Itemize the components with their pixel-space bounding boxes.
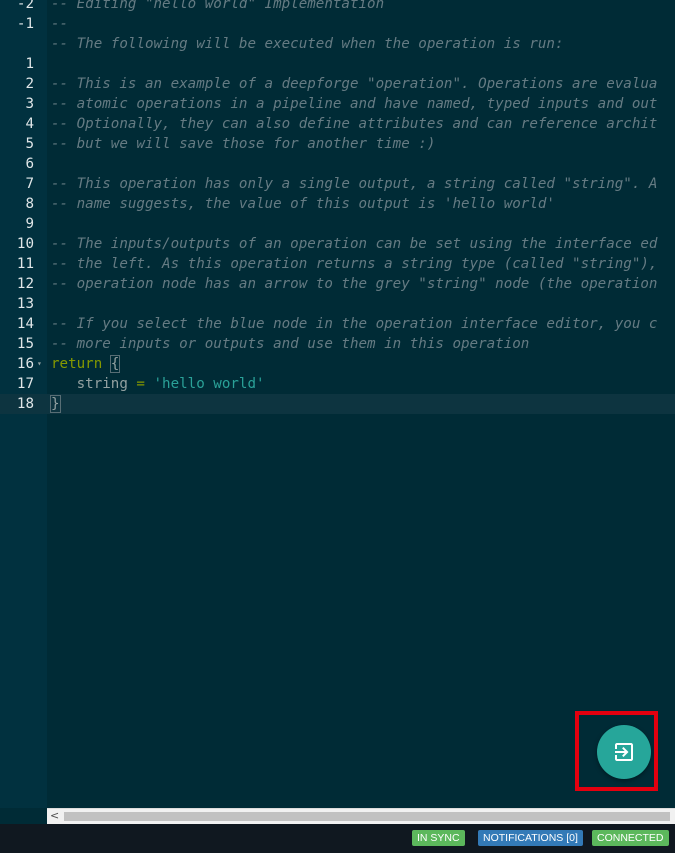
code-token: } [50, 395, 61, 413]
code-content[interactable]: -- Editing "hello world" Implementation -… [47, 0, 675, 808]
line-number: 8 [25, 196, 34, 212]
code-line[interactable]: -- name suggests, the value of this outp… [51, 194, 555, 214]
connected-badge: CONNECTED [592, 830, 669, 846]
line-number [0, 34, 34, 54]
line-number: 7 [25, 176, 34, 192]
line-number-gutter: -2 -1 1 2 3 4 5 6 7 8 9 10 11 12 13 14 15 16 ▾ 17 18 [0, 0, 47, 808]
line-number: 1 [25, 56, 34, 72]
code-token: -- Editing "hello world" Implementation [51, 0, 385, 12]
scrollbar-thumb[interactable] [64, 812, 670, 821]
code-token: return [51, 356, 103, 372]
exit-editor-button[interactable] [597, 725, 651, 779]
line-number: 18 [16, 396, 34, 412]
code-token: -- name suggests, the value of this outp… [51, 196, 555, 212]
code-line[interactable]: } [50, 394, 61, 414]
code-line[interactable]: -- Editing "hello world" Implementation [51, 0, 384, 14]
line-number: 4 [25, 116, 34, 132]
code-line[interactable]: -- the left. As this operation returns a… [51, 254, 657, 274]
code-token: = [136, 376, 145, 392]
code-token: -- The inputs/outputs of an operation ca… [51, 236, 658, 252]
code-token: -- more inputs or outputs and use them i… [51, 336, 530, 352]
code-editor[interactable]: -2 -1 1 2 3 4 5 6 7 8 9 10 11 12 13 14 15 16 ▾ 17 18 -- Edit… [0, 0, 675, 808]
code-line[interactable]: -- operation node has an arrow to the gr… [51, 274, 657, 294]
status-bar: IN SYNC NOTIFICATIONS [0] CONNECTED [0, 824, 675, 853]
code-token: 'hello world' [153, 376, 265, 392]
code-line[interactable]: -- If you select the blue node in the op… [51, 314, 657, 334]
code-token: -- atomic operations in a pipeline and h… [51, 96, 658, 112]
code-token: -- This is an example of a deepforge "op… [51, 76, 658, 92]
code-line[interactable]: -- atomic operations in a pipeline and h… [51, 94, 657, 114]
code-token: -- operation node has an arrow to the gr… [51, 276, 658, 292]
line-number: 2 [25, 76, 34, 92]
line-number: 14 [16, 316, 34, 332]
code-token: -- This operation has only a single outp… [51, 176, 658, 192]
line-number: 12 [16, 276, 34, 292]
exit-to-app-icon [615, 743, 633, 761]
line-number: 9 [25, 216, 34, 232]
code-token: -- Optionally, they can also define attr… [51, 116, 658, 132]
code-line[interactable]: -- [51, 14, 68, 34]
code-line[interactable]: -- but we will save those for another ti… [51, 134, 435, 154]
line-number: 5 [25, 136, 34, 152]
line-number: 10 [16, 236, 34, 252]
line-number: 11 [16, 256, 34, 272]
code-line[interactable]: -- This is an example of a deepforge "op… [51, 74, 657, 94]
line-number: 6 [25, 156, 34, 172]
code-line[interactable]: string = 'hello world' [51, 374, 265, 394]
line-number: 15 [16, 336, 34, 352]
notifications-badge[interactable]: NOTIFICATIONS [0] [478, 830, 583, 846]
scroll-left-arrow-icon[interactable]: < [50, 810, 60, 822]
in-sync-badge: IN SYNC [412, 830, 465, 846]
line-number: 17 [16, 376, 34, 392]
code-line[interactable]: -- more inputs or outputs and use them i… [51, 334, 529, 354]
line-number: -1 [16, 16, 34, 32]
code-token: -- The following will be executed when t… [51, 36, 564, 52]
code-token: -- but we will save those for another ti… [51, 136, 436, 152]
line-number: 16 [16, 356, 34, 372]
active-line-highlight [47, 394, 675, 414]
code-token: -- [51, 16, 69, 32]
code-line[interactable]: -- Optionally, they can also define attr… [51, 114, 657, 134]
code-token: string [51, 376, 137, 392]
code-token: -- the left. As this operation returns a… [51, 256, 658, 272]
code-line[interactable]: return { [51, 354, 121, 374]
fold-arrow-icon[interactable]: ▾ [37, 354, 45, 374]
horizontal-scrollbar[interactable]: < [47, 808, 675, 824]
code-line[interactable]: -- This operation has only a single outp… [51, 174, 657, 194]
line-number: -2 [16, 0, 34, 12]
code-token: -- If you select the blue node in the op… [51, 316, 658, 332]
line-number: 13 [16, 296, 34, 312]
line-number: 3 [25, 96, 34, 112]
code-line[interactable]: -- The following will be executed when t… [51, 34, 564, 54]
code-line[interactable]: -- The inputs/outputs of an operation ca… [51, 234, 657, 254]
code-token: { [109, 355, 121, 373]
